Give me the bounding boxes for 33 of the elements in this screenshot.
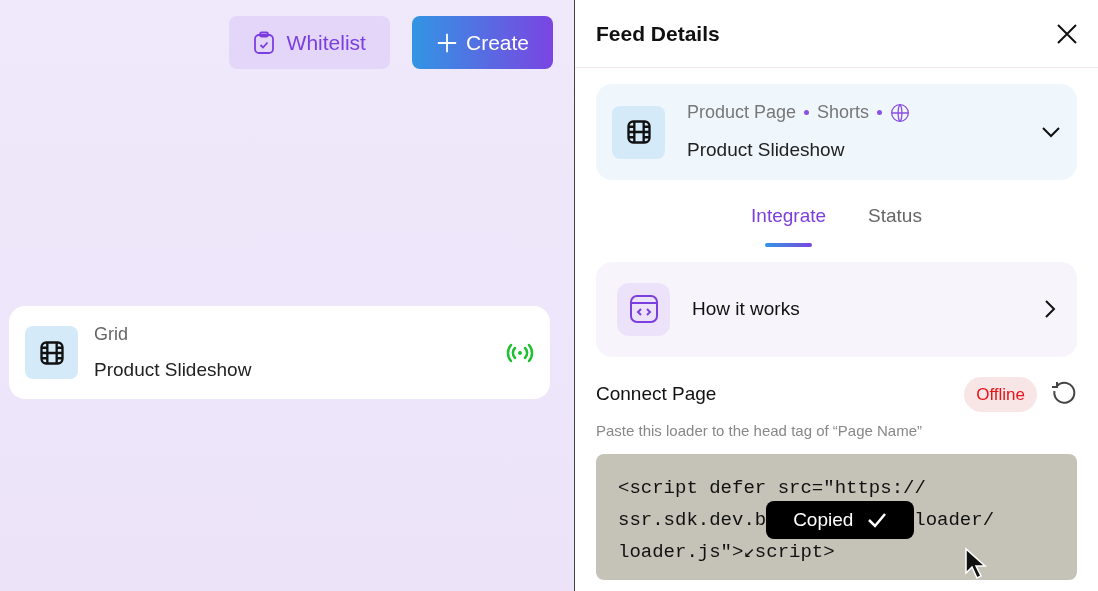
- code-text: loader.js">↙script>: [618, 539, 835, 564]
- globe-icon: [890, 102, 911, 123]
- create-button[interactable]: Create: [411, 16, 553, 69]
- connect-page-title: Connect Page: [596, 382, 718, 406]
- code-text: <script defer src="https://: [618, 475, 926, 500]
- code-text: ssr.sdk.dev.b: [618, 507, 767, 532]
- film-icon: [624, 118, 653, 146]
- feed-page: Product Page: [687, 101, 797, 125]
- panel-title: Feed Details: [596, 20, 720, 47]
- feed-type: Grid: [94, 322, 129, 346]
- close-icon[interactable]: [1057, 23, 1077, 44]
- feed-card[interactable]: Grid Product Slideshow: [9, 306, 550, 399]
- tab[interactable]: Status: [868, 202, 922, 247]
- how-it-works-card[interactable]: How it works: [596, 261, 1077, 357]
- code-text: loader/: [914, 507, 995, 532]
- clipboard-check-icon: [252, 30, 275, 55]
- feed-name: Product Slideshow: [687, 138, 846, 163]
- film-icon: [37, 338, 66, 367]
- status-badge: Offline: [964, 376, 1037, 412]
- how-it-works-label: How it works: [692, 296, 801, 321]
- loader-hint: Paste this loader to the head tag of “Page Name”: [596, 421, 924, 441]
- copied-label: Copied: [793, 507, 854, 532]
- feed-summary-card[interactable]: Product Page Shorts Product Slideshow: [596, 84, 1077, 180]
- feed-format: Shorts: [817, 101, 870, 125]
- plus-icon: [435, 31, 458, 54]
- code-window-icon: [628, 294, 659, 324]
- cursor-icon: [964, 546, 988, 580]
- whitelist-button[interactable]: Whitelist: [228, 16, 390, 69]
- check-icon: [867, 511, 888, 528]
- tab[interactable]: Integrate: [751, 202, 827, 247]
- feed-name: Product Slideshow: [94, 357, 253, 382]
- chevron-down-icon[interactable]: [1041, 126, 1061, 138]
- chevron-right-icon: [1044, 299, 1056, 319]
